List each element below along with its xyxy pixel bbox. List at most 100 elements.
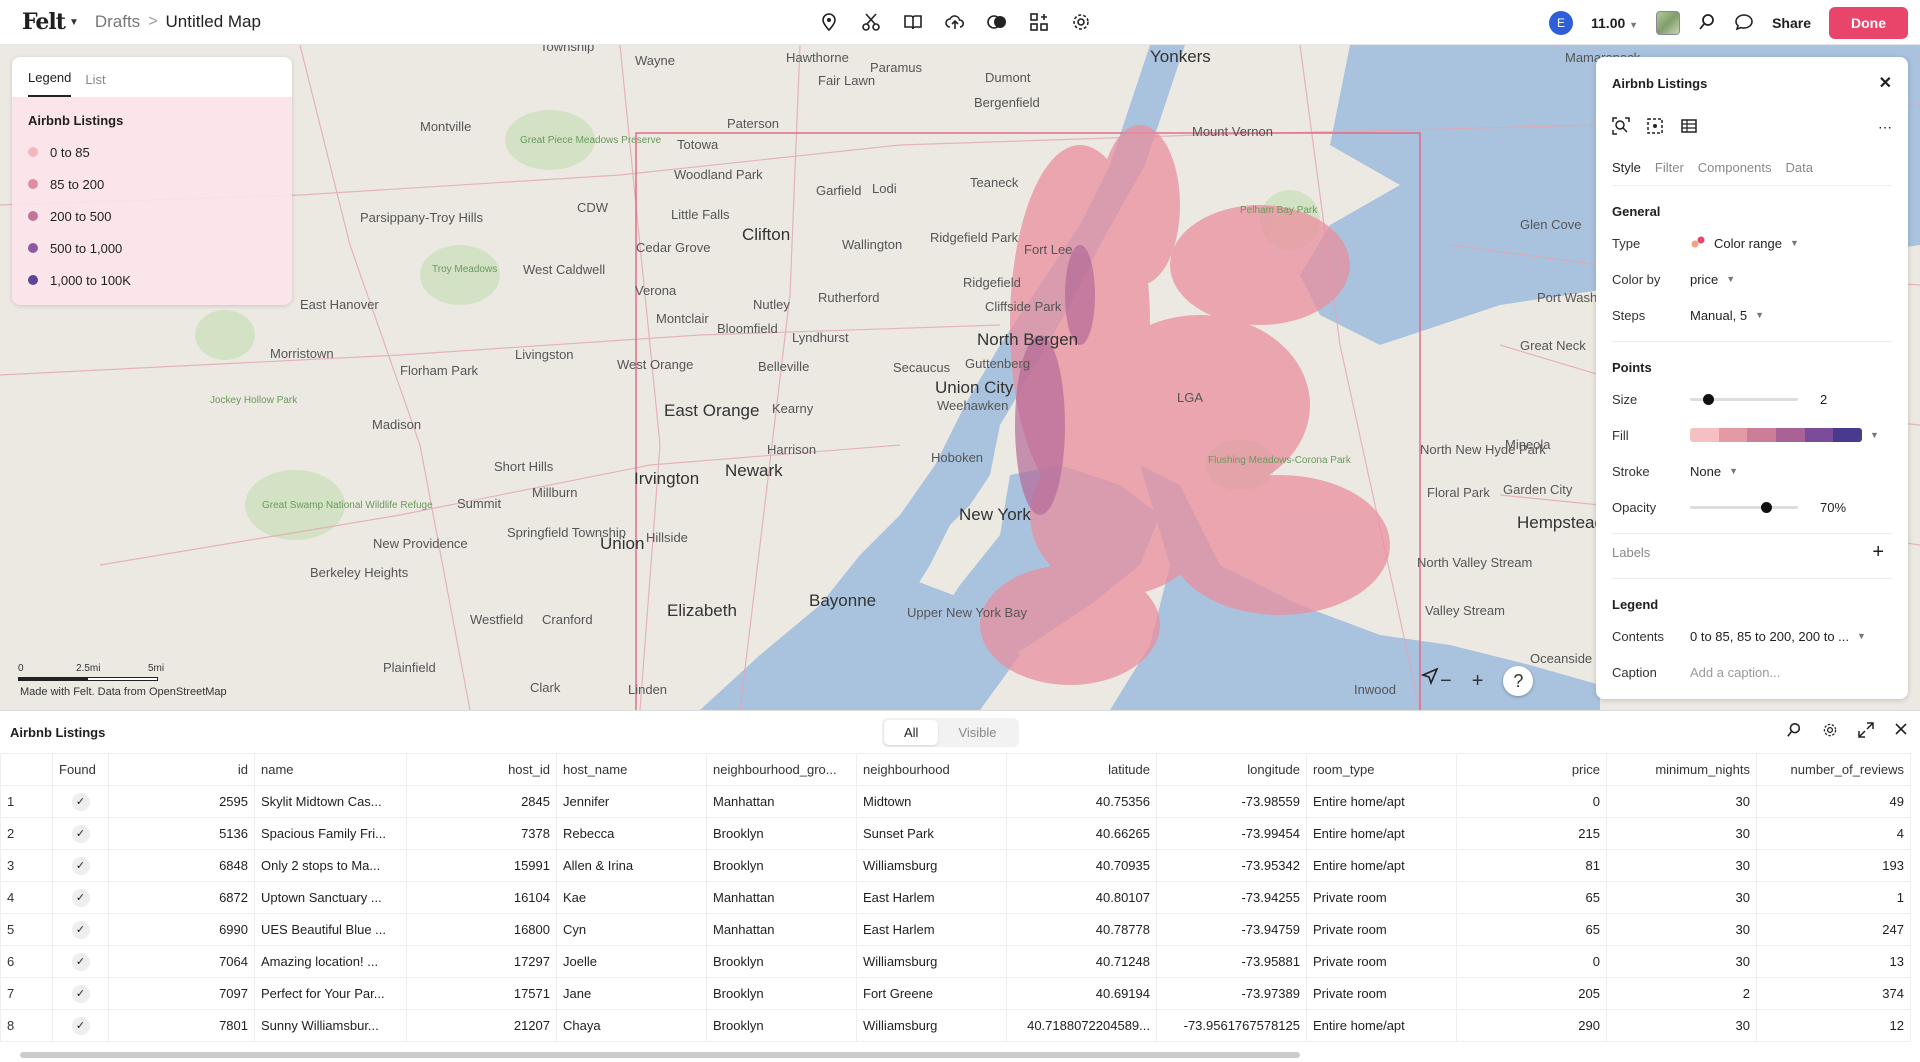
table-cell[interactable]: Private room	[1306, 913, 1457, 946]
table-cell[interactable]: 374	[1756, 977, 1911, 1010]
table-cell[interactable]: Brooklyn	[706, 817, 857, 850]
row-index[interactable]: 2	[0, 817, 53, 850]
found-cell[interactable]: ✓	[52, 785, 109, 818]
table-cell[interactable]: 17297	[406, 945, 557, 978]
tab-legend[interactable]: Legend	[28, 70, 72, 97]
table-cell[interactable]: 30	[1606, 913, 1757, 946]
select-icon[interactable]	[1646, 117, 1664, 138]
table-cell[interactable]: 81	[1456, 849, 1607, 882]
table-cell[interactable]: 13	[1756, 945, 1911, 978]
caption-input[interactable]: Add a caption...	[1690, 665, 1780, 680]
table-row[interactable]: 6 ✓ 7064 Amazing location! ... 17297 Joelle Br…	[0, 945, 1911, 978]
column-header[interactable]: room_type	[1306, 753, 1457, 786]
steps-select[interactable]: Manual, 5 ▼	[1690, 308, 1764, 323]
close-icon[interactable]	[1894, 722, 1908, 741]
table-cell[interactable]: -73.98559	[1156, 785, 1307, 818]
table-cell[interactable]: 5136	[108, 817, 255, 850]
found-cell[interactable]: ✓	[52, 945, 109, 978]
table-cell[interactable]: Entire home/apt	[1306, 817, 1457, 850]
table-cell[interactable]: 12	[1756, 1009, 1911, 1042]
stroke-select[interactable]: None ▼	[1690, 464, 1738, 479]
zoom-level[interactable]: 11.00 ▼	[1591, 15, 1638, 31]
table-cell[interactable]: Manhattan	[706, 913, 857, 946]
row-index[interactable]: 6	[0, 945, 53, 978]
table-cell[interactable]: 49	[1756, 785, 1911, 818]
table-cell[interactable]: Amazing location! ...	[254, 945, 407, 978]
table-cell[interactable]: 65	[1456, 913, 1607, 946]
table-cell[interactable]: Spacious Family Fri...	[254, 817, 407, 850]
row-index[interactable]: 7	[0, 977, 53, 1010]
table-cell[interactable]: Uptown Sanctuary ...	[254, 881, 407, 914]
table-cell[interactable]: 30	[1606, 817, 1757, 850]
table-cell[interactable]: 2845	[406, 785, 557, 818]
table-cell[interactable]: 290	[1456, 1009, 1607, 1042]
row-index[interactable]: 4	[0, 881, 53, 914]
table-cell[interactable]: 40.78778	[1006, 913, 1157, 946]
table-cell[interactable]: 30	[1606, 849, 1757, 882]
upload-cloud-icon[interactable]	[941, 8, 969, 36]
table-cell[interactable]: Brooklyn	[706, 945, 857, 978]
table-row[interactable]: 1 ✓ 2595 Skylit Midtown Cas... 2845 Jennifer M…	[0, 785, 1911, 818]
table-cell[interactable]: UES Beautiful Blue ...	[254, 913, 407, 946]
table-cell[interactable]: 247	[1756, 913, 1911, 946]
table-cell[interactable]: Private room	[1306, 945, 1457, 978]
fill-color-ramp[interactable]	[1690, 428, 1862, 442]
gear-icon[interactable]	[1067, 8, 1095, 36]
avatar[interactable]: E	[1549, 11, 1573, 35]
table-row[interactable]: 7 ✓ 7097 Perfect for Your Par... 17571 Jane Br…	[0, 977, 1911, 1010]
table-cell[interactable]: 40.75356	[1006, 785, 1157, 818]
layers-toggle-icon[interactable]	[983, 8, 1011, 36]
table-cell[interactable]: 40.70935	[1006, 849, 1157, 882]
table-cell[interactable]: 30	[1606, 785, 1757, 818]
table-row[interactable]: 2 ✓ 5136 Spacious Family Fri... 7378 Rebecca B…	[0, 817, 1911, 850]
table-cell[interactable]: Private room	[1306, 977, 1457, 1010]
contents-select[interactable]: 0 to 85, 85 to 200, 200 to ... ▼	[1690, 629, 1866, 644]
type-select[interactable]: Color range ▼	[1690, 235, 1799, 252]
pin-icon[interactable]	[815, 8, 843, 36]
table-cell[interactable]: Rebecca	[556, 817, 707, 850]
table-cell[interactable]: 2	[1606, 977, 1757, 1010]
table-row[interactable]: 8 ✓ 7801 Sunny Williamsbur... 21207 Chaya Broo…	[0, 1009, 1911, 1042]
table-cell[interactable]: 40.7188072204589...	[1006, 1009, 1157, 1042]
row-index[interactable]: 3	[0, 849, 53, 882]
table-cell[interactable]: Perfect for Your Par...	[254, 977, 407, 1010]
table-row[interactable]: 4 ✓ 6872 Uptown Sanctuary ... 16104 Kae Manhat…	[0, 881, 1911, 914]
table-cell[interactable]: 17571	[406, 977, 557, 1010]
legend-item[interactable]: 0 to 85	[28, 136, 292, 168]
opacity-slider[interactable]	[1690, 501, 1798, 513]
table-cell[interactable]: 215	[1456, 817, 1607, 850]
scissors-icon[interactable]	[857, 8, 885, 36]
found-cell[interactable]: ✓	[52, 881, 109, 914]
legend-item[interactable]: 85 to 200	[28, 168, 292, 200]
table-cell[interactable]: -73.99454	[1156, 817, 1307, 850]
row-index[interactable]: 5	[0, 913, 53, 946]
table-row[interactable]: 5 ✓ 6990 UES Beautiful Blue ... 16800 Cyn Manh…	[0, 913, 1911, 946]
table-cell[interactable]: Cyn	[556, 913, 707, 946]
found-cell[interactable]: ✓	[52, 1009, 109, 1042]
gear-icon[interactable]	[1822, 722, 1838, 741]
map-title[interactable]: Untitled Map	[166, 12, 261, 32]
row-index[interactable]: 8	[0, 1009, 53, 1042]
table-cell[interactable]: 7064	[108, 945, 255, 978]
column-header[interactable]: Found	[52, 753, 109, 786]
size-slider[interactable]	[1690, 393, 1798, 405]
table-cell[interactable]: 7801	[108, 1009, 255, 1042]
found-cell[interactable]: ✓	[52, 817, 109, 850]
legend-title[interactable]: Airbnb Listings	[28, 113, 292, 128]
add-labels-button[interactable]: +	[1872, 541, 1884, 564]
table-cell[interactable]: 65	[1456, 881, 1607, 914]
seg-all[interactable]: All	[884, 720, 939, 745]
legend-item[interactable]: 200 to 500	[28, 200, 292, 232]
table-cell[interactable]: 15991	[406, 849, 557, 882]
table-cell[interactable]: Entire home/apt	[1306, 785, 1457, 818]
table-cell[interactable]: Sunny Williamsbur...	[254, 1009, 407, 1042]
table-cell[interactable]: Manhattan	[706, 881, 857, 914]
close-icon[interactable]: ✕	[1879, 73, 1892, 93]
tab-filter[interactable]: Filter	[1655, 160, 1684, 175]
table-cell[interactable]: Williamsburg	[856, 945, 1007, 978]
row-index[interactable]: 1	[0, 785, 53, 818]
table-cell[interactable]: Sunset Park	[856, 817, 1007, 850]
table-cell[interactable]: Brooklyn	[706, 849, 857, 882]
map-attribution[interactable]: Made with Felt. Data from OpenStreetMap	[20, 686, 227, 698]
share-button[interactable]: Share	[1772, 15, 1811, 31]
